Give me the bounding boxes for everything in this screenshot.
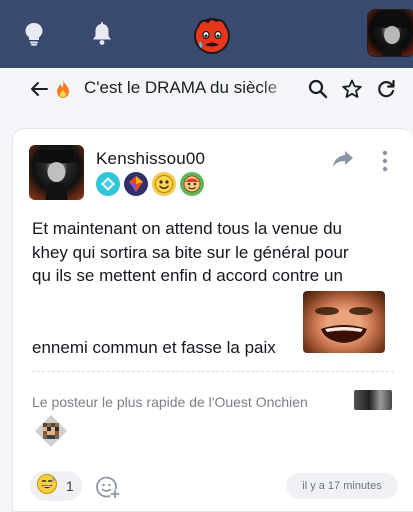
post-text-line: qu ils se mettent enfin d accord contre …: [32, 266, 343, 285]
share-icon[interactable]: [331, 149, 355, 169]
star-icon[interactable]: [341, 78, 363, 100]
gem-badge: [124, 172, 148, 196]
add-reaction-icon[interactable]: [95, 474, 121, 500]
lightbulb-icon[interactable]: [18, 18, 50, 50]
post-card: Kenshissou00 Et maintenant on attend tou…: [12, 128, 413, 512]
post-text-line: khey qui sortira sa bite sur le général …: [32, 242, 349, 262]
post-timestamp: il y a 17 minutes: [286, 473, 398, 499]
signature-divider: [32, 371, 394, 372]
topic-title: C'est le DRAMA du siècle: [84, 78, 278, 97]
search-icon[interactable]: [307, 78, 329, 100]
author-badges: [96, 172, 204, 196]
signature-image: [354, 390, 392, 410]
signature-text: Le posteur le plus rapide de l'Ouest Onc…: [32, 394, 308, 410]
emoji-badge: [180, 172, 204, 196]
author-avatar[interactable]: [29, 145, 84, 200]
top-bar: [0, 0, 413, 68]
grinning-sweat-emoji-icon: [36, 473, 58, 500]
reaction-button[interactable]: 1: [30, 471, 82, 501]
post-text-line: Et maintenant on attend tous la venue du: [32, 219, 343, 238]
smiley-badge: [152, 172, 176, 196]
more-options-icon[interactable]: [375, 149, 395, 173]
diamond-badge: [96, 172, 120, 196]
post-body: Et maintenant on attend tous la venue du…: [32, 217, 402, 288]
bell-icon[interactable]: [86, 18, 118, 50]
laughing-face-sticker: [303, 291, 385, 353]
user-avatar[interactable]: [367, 9, 413, 57]
fire-icon: [55, 79, 71, 99]
reaction-count: 1: [66, 478, 74, 494]
signature-pixel-avatar: [34, 414, 68, 448]
back-arrow-icon[interactable]: [28, 78, 50, 100]
topic-title-bar: C'est le DRAMA du siècle: [0, 68, 413, 110]
post-text-line: ennemi commun et fasse la paix: [32, 338, 276, 357]
refresh-icon[interactable]: [375, 78, 397, 100]
author-name[interactable]: Kenshissou00: [96, 149, 205, 169]
site-logo-icon[interactable]: [192, 15, 232, 55]
